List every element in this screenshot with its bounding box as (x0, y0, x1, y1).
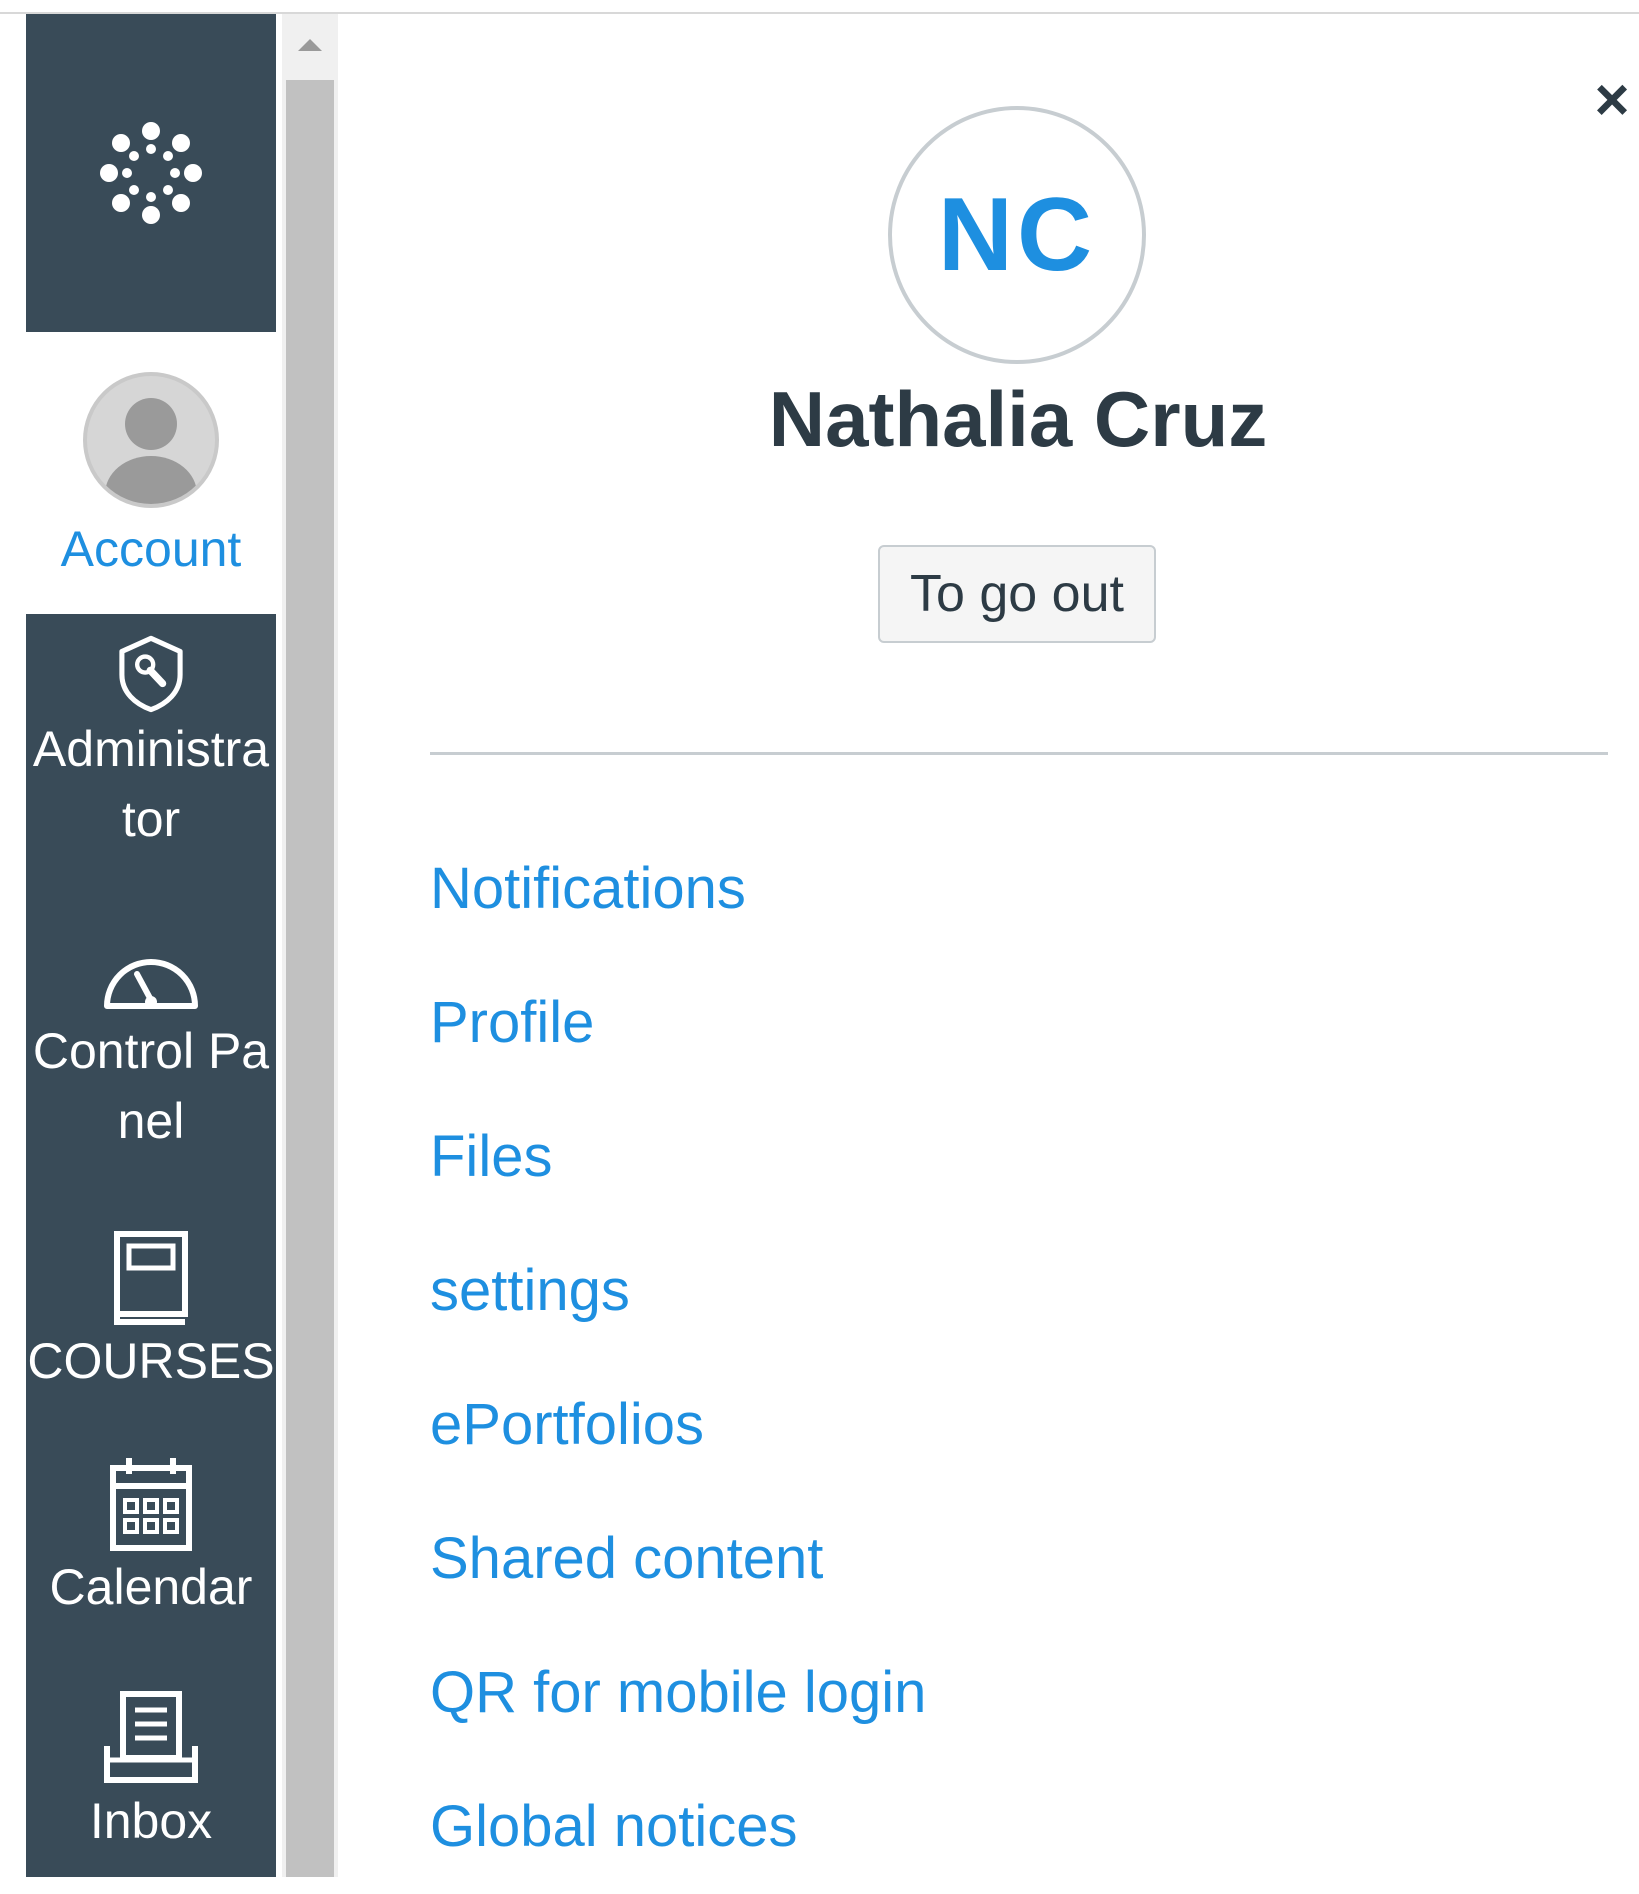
nav-item-courses-label: COURSES (27, 1333, 275, 1389)
global-nav-sidebar: Account Administrator Control Panel COUR… (26, 14, 276, 1877)
link-shared-content[interactable]: Shared content (430, 1492, 926, 1626)
nav-item-administrator-label: Administrator (32, 721, 270, 847)
user-avatar-icon (83, 372, 219, 508)
sidebar-scrollbar[interactable] (282, 14, 338, 1877)
inbox-icon (104, 1691, 198, 1783)
scroll-thumb[interactable] (286, 80, 334, 1877)
account-links-list: Notifications Profile Files settings ePo… (430, 822, 926, 1894)
divider (430, 752, 1608, 755)
canvas-logo-link[interactable] (26, 14, 276, 332)
scroll-up-arrow-icon[interactable] (282, 14, 338, 76)
nav-item-control-panel-label: Control Panel (32, 1023, 270, 1149)
nav-item-courses[interactable]: COURSES (26, 1230, 276, 1430)
nav-item-administrator[interactable]: Administrator (26, 634, 276, 854)
link-profile[interactable]: Profile (430, 956, 926, 1090)
speedometer-icon (104, 959, 198, 1009)
book-icon (114, 1231, 188, 1325)
link-qr-mobile-login[interactable]: QR for mobile login (430, 1626, 926, 1760)
calendar-icon (110, 1458, 192, 1551)
nav-item-account-label: Account (60, 521, 242, 577)
avatar-initials: NC (937, 176, 1097, 293)
link-notifications[interactable]: Notifications (430, 822, 926, 956)
link-settings[interactable]: settings (430, 1224, 926, 1358)
nav-item-inbox-label: Inbox (89, 1793, 213, 1849)
nav-item-inbox[interactable]: Inbox (26, 1690, 276, 1880)
link-files[interactable]: Files (430, 1090, 926, 1224)
user-name: Nathalia Cruz (768, 375, 1268, 463)
nav-item-account[interactable]: Account (26, 332, 276, 614)
link-global-notices[interactable]: Global notices (430, 1760, 926, 1894)
close-icon[interactable]: × (1584, 70, 1639, 130)
nav-item-control-panel[interactable]: Control Panel (26, 944, 276, 1184)
avatar: NC (888, 106, 1146, 364)
shield-wrench-icon (119, 635, 183, 713)
account-tray: × NC Nathalia Cruz To go out Notificatio… (338, 14, 1639, 1877)
logout-button[interactable]: To go out (878, 545, 1156, 643)
nav-item-calendar[interactable]: Calendar (26, 1456, 276, 1666)
canvas-logo-icon (100, 122, 202, 224)
nav-item-calendar-label: Calendar (49, 1559, 253, 1615)
link-eportfolios[interactable]: ePortfolios (430, 1358, 926, 1492)
